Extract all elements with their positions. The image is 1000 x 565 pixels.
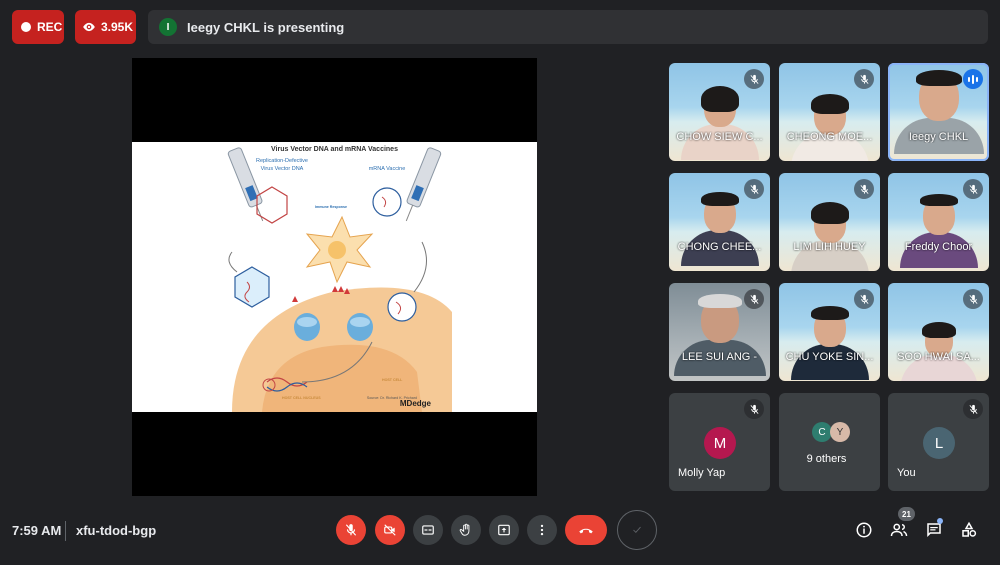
self-tile[interactable]: L You (888, 393, 989, 491)
participant-tile[interactable]: LEE SUI ANG - (669, 283, 770, 381)
mic-off-icon (744, 69, 764, 89)
participant-tile-speaking[interactable]: Ieegy CHKL (888, 63, 989, 161)
participant-name: CHEONG MOE... (786, 131, 873, 143)
end-call-icon (579, 528, 593, 534)
more-icon (540, 524, 544, 536)
mic-toggle-button[interactable] (336, 515, 366, 545)
recording-label: REC (37, 20, 63, 34)
divider (65, 521, 66, 541)
presenting-banner[interactable]: I Ieegy CHKL is presenting (148, 10, 988, 44)
participant-name: CHOW SIEW C... (676, 131, 763, 143)
captions-icon (422, 525, 434, 535)
participant-name: Freddy Choor (904, 241, 973, 253)
activities-button[interactable] (959, 520, 979, 540)
participant-tile[interactable]: Freddy Choor (888, 173, 989, 271)
participant-tile[interactable]: CHU YOKE SIN... (779, 283, 880, 381)
more-options-button[interactable] (527, 515, 557, 545)
participant-name: SOO HWAI SA... (897, 351, 980, 363)
participant-video (790, 94, 869, 161)
people-button[interactable] (889, 520, 909, 540)
present-button[interactable] (489, 515, 519, 545)
participant-tile[interactable]: LIM LIH HUEY (779, 173, 880, 271)
participant-video (680, 192, 759, 266)
others-avatar: C (812, 422, 832, 442)
mic-off-icon (854, 179, 874, 199)
slide-logo: MDedge (399, 399, 431, 408)
others-tile[interactable]: C Y 9 others (779, 393, 880, 491)
mic-off-icon (854, 289, 874, 309)
slide-diagram (227, 147, 452, 412)
speaking-indicator-icon (963, 69, 983, 89)
participant-tile[interactable]: CHONG CHEE... (669, 173, 770, 271)
participant-name: CHU YOKE SIN... (785, 351, 874, 363)
live-viewers-button[interactable]: 3.95K (75, 10, 136, 44)
people-icon (890, 523, 908, 537)
participant-tile[interactable]: CHOW SIEW C... (669, 63, 770, 161)
mic-off-icon (963, 399, 983, 419)
meeting-clock: 7:59 AM (12, 523, 62, 538)
slide-left-heading: Replication-Defective (256, 158, 308, 164)
slide-left-heading-2: Virus Vector DNA (260, 166, 304, 172)
participant-name: CHONG CHEE... (677, 241, 762, 253)
participant-avatar: M (704, 427, 736, 459)
camera-off-icon (384, 524, 396, 536)
participant-name: Molly Yap (678, 467, 726, 479)
others-avatar: Y (830, 422, 850, 442)
participant-video (790, 306, 869, 380)
mic-off-icon (744, 179, 764, 199)
raise-hand-icon (459, 523, 470, 536)
viewers-count: 3.95K (101, 20, 134, 34)
participant-tile[interactable]: CHEONG MOE... (779, 63, 880, 161)
mic-off-icon (345, 524, 357, 536)
participant-name: LIM LIH HUEY (793, 241, 866, 253)
presenting-text: Ieegy CHKL is presenting (187, 19, 345, 35)
status-ring-button[interactable] (617, 510, 657, 550)
eye-icon (82, 20, 96, 34)
meeting-code: xfu-tdod-bgp (76, 523, 157, 538)
chat-unread-dot (937, 518, 943, 524)
participant-name: Ieegy CHKL (908, 131, 969, 143)
self-avatar: L (923, 427, 955, 459)
info-icon (856, 522, 872, 538)
check-icon (633, 526, 641, 533)
others-count-label: 9 others (806, 453, 847, 465)
captions-button[interactable] (413, 515, 443, 545)
slide-right-heading: mRNA Vaccine (368, 166, 406, 172)
camera-toggle-button[interactable] (375, 515, 405, 545)
slide-immune-label: Immune Response (315, 205, 347, 209)
participant-name: LEE SUI ANG - (681, 351, 758, 363)
participant-tile[interactable]: SOO HWAI SA... (888, 283, 989, 381)
presentation-slide: Virus Vector DNA and mRNA Vaccines Repli… (132, 142, 537, 412)
meeting-info-button[interactable] (854, 520, 874, 540)
participant-video (790, 202, 869, 271)
slide-host-cell-label: HOST CELL (382, 378, 403, 382)
participant-video (899, 194, 978, 268)
present-icon (498, 524, 510, 536)
mic-off-icon (744, 399, 764, 419)
presenter-avatar: I (159, 18, 177, 36)
raise-hand-button[interactable] (451, 515, 481, 545)
mic-off-icon (963, 289, 983, 309)
mic-off-icon (744, 289, 764, 309)
self-name: You (897, 467, 916, 479)
participant-tile-molly[interactable]: M Molly Yap (669, 393, 770, 491)
recording-button[interactable]: REC (12, 10, 64, 44)
slide-nucleus-label: HOST CELL NUCLEUS (282, 396, 321, 400)
presentation-stage[interactable]: Virus Vector DNA and mRNA Vaccines Repli… (132, 58, 537, 496)
slide-title: Virus Vector DNA and mRNA Vaccines (271, 146, 398, 153)
record-dot-icon (21, 22, 31, 32)
leave-call-button[interactable] (565, 515, 607, 545)
activities-icon (962, 521, 977, 537)
people-count-badge: 21 (898, 507, 915, 521)
mic-off-icon (854, 69, 874, 89)
mic-off-icon (963, 179, 983, 199)
participant-video (680, 86, 759, 160)
